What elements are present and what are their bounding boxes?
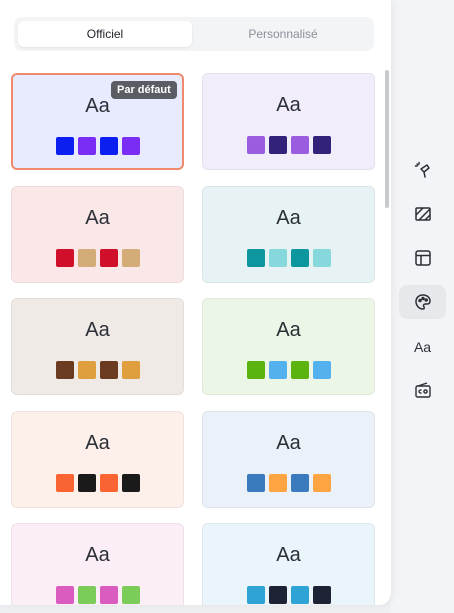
theme-card[interactable]: Aa — [202, 411, 375, 508]
color-swatch — [55, 361, 74, 379]
theme-swatches — [13, 137, 182, 155]
color-swatch — [246, 586, 265, 604]
tab-personnalise[interactable]: Personnalisé — [196, 21, 370, 47]
tool-caption[interactable] — [399, 373, 446, 407]
theme-swatches — [12, 586, 183, 604]
theme-sample-text: Aa — [85, 207, 110, 229]
color-swatch — [290, 586, 309, 604]
theme-card[interactable]: Aa — [11, 523, 184, 605]
color-swatch — [121, 474, 140, 492]
color-swatch — [290, 249, 309, 267]
color-swatch — [77, 361, 96, 379]
color-swatch — [99, 474, 118, 492]
color-swatch — [246, 136, 265, 154]
theme-sample-text: Aa — [276, 207, 301, 229]
color-swatch — [77, 474, 96, 492]
color-swatch — [121, 137, 140, 155]
color-swatch — [77, 137, 96, 155]
tool-pattern[interactable] — [399, 197, 446, 231]
color-swatch — [99, 361, 118, 379]
color-swatch — [121, 361, 140, 379]
color-swatch — [77, 249, 96, 267]
color-swatch — [312, 136, 331, 154]
theme-card[interactable]: Aa — [11, 186, 184, 283]
theme-card[interactable]: Aa — [202, 73, 375, 170]
magic-pin-icon — [414, 161, 430, 178]
color-swatch — [290, 136, 309, 154]
theme-sample-text: Aa — [276, 432, 301, 454]
color-swatch — [312, 361, 331, 379]
caption-icon — [414, 382, 431, 398]
scrollbar[interactable] — [385, 70, 389, 208]
theme-swatches — [12, 361, 183, 379]
color-swatch — [290, 474, 309, 492]
theme-swatches — [12, 474, 183, 492]
theme-tabs: Officiel Personnalisé — [14, 17, 374, 51]
theme-card[interactable]: Aa — [11, 298, 184, 395]
color-swatch — [290, 361, 309, 379]
color-swatch — [246, 361, 265, 379]
default-badge: Par défaut — [111, 81, 177, 99]
color-swatch — [55, 586, 74, 604]
color-swatch — [55, 474, 74, 492]
font-icon: Aa — [413, 339, 432, 355]
theme-card[interactable]: Aa — [202, 523, 375, 605]
color-swatch — [268, 361, 287, 379]
color-swatch — [55, 137, 74, 155]
color-swatch — [268, 586, 287, 604]
color-swatch — [268, 249, 287, 267]
color-swatch — [246, 249, 265, 267]
tool-layout[interactable] — [399, 241, 446, 275]
color-swatch — [312, 474, 331, 492]
hatch-pattern-icon — [414, 207, 431, 221]
color-swatch — [268, 474, 287, 492]
theme-swatches — [203, 474, 374, 492]
theme-swatches — [203, 249, 374, 267]
theme-panel: Officiel Personnalisé Aa Aa Aa Aa Aa Aa Aa Aa Aa… — [0, 0, 391, 605]
theme-card[interactable]: Aa — [202, 298, 375, 395]
theme-sample-text: Aa — [85, 319, 110, 341]
theme-sample-text: Aa — [276, 94, 301, 116]
tool-font[interactable]: Aa — [399, 330, 446, 364]
color-swatch — [121, 249, 140, 267]
palette-icon — [414, 294, 431, 310]
theme-card[interactable]: Aa — [202, 186, 375, 283]
color-swatch — [99, 137, 118, 155]
theme-swatches — [203, 136, 374, 154]
color-swatch — [99, 249, 118, 267]
theme-swatches — [203, 586, 374, 604]
color-swatch — [77, 586, 96, 604]
color-swatch — [312, 249, 331, 267]
color-swatch — [55, 249, 74, 267]
theme-card[interactable]: Aa — [11, 411, 184, 508]
color-swatch — [121, 586, 140, 604]
theme-sample-text: Aa — [85, 432, 110, 454]
color-swatch — [312, 586, 331, 604]
color-swatch — [246, 474, 265, 492]
theme-sample-text: Aa — [85, 544, 110, 566]
theme-swatches — [12, 249, 183, 267]
color-swatch — [99, 586, 118, 604]
tool-theme[interactable] — [399, 285, 446, 319]
theme-swatches — [203, 361, 374, 379]
layout-icon — [414, 250, 431, 266]
color-swatch — [268, 136, 287, 154]
tool-magic[interactable] — [399, 153, 446, 187]
tab-officiel[interactable]: Officiel — [18, 21, 192, 47]
theme-sample-text: Aa — [276, 319, 301, 341]
theme-sample-text: Aa — [276, 544, 301, 566]
